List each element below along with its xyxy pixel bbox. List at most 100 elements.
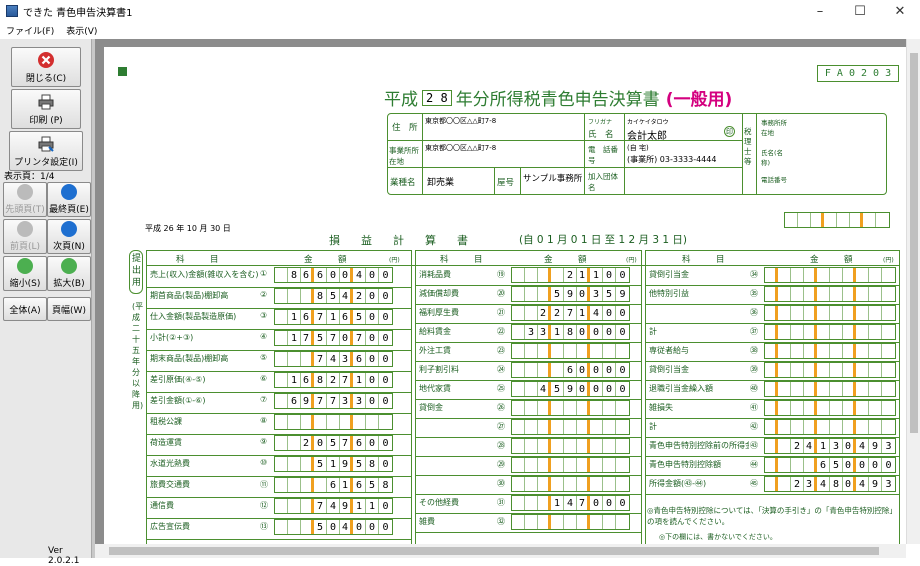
right-amount-field[interactable] bbox=[764, 286, 896, 302]
mid-amount-field[interactable] bbox=[511, 438, 630, 454]
zoom-out-button[interactable]: 縮小(S) bbox=[3, 256, 47, 291]
amount-digit: 8 bbox=[314, 289, 327, 303]
next-page-button[interactable]: 次頁(N) bbox=[47, 219, 91, 254]
horizontal-scrollbar[interactable] bbox=[95, 544, 906, 558]
left-amount-field[interactable] bbox=[274, 414, 393, 430]
mid-amount-field[interactable] bbox=[511, 400, 630, 416]
amount-digit bbox=[577, 515, 590, 529]
mid-amount-field[interactable] bbox=[511, 419, 630, 435]
amount-digit: 5 bbox=[366, 478, 379, 492]
close-button[interactable]: 閉じる(C) bbox=[11, 47, 81, 87]
union-label: 加入団体名 bbox=[588, 172, 618, 192]
right-amount-field[interactable]: 23480493 bbox=[764, 476, 896, 492]
print-button[interactable]: 印刷 (P) bbox=[11, 89, 81, 129]
amount-digit: 0 bbox=[577, 363, 590, 377]
mid-amount-field[interactable]: 2271400 bbox=[511, 305, 630, 321]
amount-digit: 6 bbox=[327, 478, 340, 492]
left-amount-field[interactable]: 2057600 bbox=[274, 435, 393, 451]
right-amount-field[interactable]: 650000 bbox=[764, 457, 896, 473]
amount-digit: 0 bbox=[590, 382, 603, 396]
left-amount-field[interactable]: 743600 bbox=[274, 351, 393, 367]
first-page-button[interactable]: 先頭頁(T) bbox=[3, 182, 47, 217]
left-amount-field[interactable]: 16827100 bbox=[274, 372, 393, 388]
right-amount-field[interactable] bbox=[764, 381, 896, 397]
right-amount-field[interactable] bbox=[764, 305, 896, 321]
amount-digit bbox=[301, 457, 314, 471]
amount-digit bbox=[551, 363, 564, 377]
mid-row-number: ㉕ bbox=[497, 384, 505, 393]
vertical-scroll-thumb[interactable] bbox=[910, 53, 918, 433]
left-amount-field[interactable]: 504000 bbox=[274, 519, 393, 535]
maximize-button[interactable]: ☐ bbox=[840, 0, 880, 22]
horizontal-scroll-thumb[interactable] bbox=[109, 547, 879, 555]
mid-amount-field[interactable]: 60000 bbox=[511, 362, 630, 378]
right-amount-field[interactable] bbox=[764, 400, 896, 416]
mid-amount-field[interactable] bbox=[511, 457, 630, 473]
amount-digit bbox=[778, 325, 791, 339]
mid-amount-field[interactable]: 33180000 bbox=[511, 324, 630, 340]
amount-digit: 4 bbox=[340, 520, 353, 534]
amount-digit: 7 bbox=[314, 394, 327, 408]
mid-amount-field[interactable]: 147000 bbox=[511, 495, 630, 511]
amount-digit bbox=[538, 420, 551, 434]
mid-amount-field[interactable]: 4590000 bbox=[511, 381, 630, 397]
amount-digit: 6 bbox=[353, 352, 366, 366]
amount-digit: 0 bbox=[619, 497, 626, 509]
vertical-scrollbar[interactable] bbox=[906, 39, 920, 544]
amount-digit: 0 bbox=[619, 269, 626, 281]
right-row-label: 他特別引益 bbox=[649, 289, 689, 298]
amount-digit bbox=[791, 268, 804, 282]
right-amount-field[interactable] bbox=[764, 267, 896, 283]
mid-amount-field[interactable] bbox=[511, 514, 630, 530]
amount-digit: 1 bbox=[288, 331, 301, 345]
right-row-number: ㊴ bbox=[750, 365, 758, 374]
close-window-button[interactable]: ✕ bbox=[880, 0, 920, 22]
fit-page-button[interactable]: 全体(A) bbox=[3, 297, 47, 321]
last-page-button[interactable]: 最終頁(E) bbox=[47, 182, 91, 217]
right-amount-field[interactable] bbox=[764, 324, 896, 340]
prev-page-button[interactable]: 前頁(L) bbox=[3, 219, 47, 254]
left-amount-field[interactable]: 61658 bbox=[274, 477, 393, 493]
amount-digit bbox=[882, 401, 895, 415]
amount-digit: 8 bbox=[564, 325, 577, 339]
zoom-in-button[interactable]: 拡大(B) bbox=[47, 256, 91, 291]
right-amount-field[interactable]: 24130493 bbox=[764, 438, 896, 454]
left-amount-field[interactable]: 16716500 bbox=[274, 309, 393, 325]
menu-file[interactable]: ファイル(F) bbox=[0, 24, 60, 37]
amount-digit bbox=[564, 515, 577, 529]
left-row-number: ① bbox=[260, 269, 268, 278]
left-amount-field[interactable]: 69773300 bbox=[274, 393, 393, 409]
left-row-number: ⑪ bbox=[260, 480, 268, 489]
fit-width-button[interactable]: 頁幅(W) bbox=[47, 297, 91, 321]
mid-amount-field[interactable] bbox=[511, 476, 630, 492]
name-value: 会計太郎 bbox=[627, 131, 667, 142]
tax-accountant-label: 税理士等 bbox=[744, 127, 752, 166]
amount-digit bbox=[564, 458, 577, 472]
amount-digit bbox=[288, 520, 301, 534]
amount-digit bbox=[791, 382, 804, 396]
right-amount-field[interactable] bbox=[764, 362, 896, 378]
menu-view[interactable]: 表示(V) bbox=[60, 24, 103, 37]
minimize-button[interactable]: – bbox=[800, 0, 840, 22]
mid-row-label: 地代家賃 bbox=[419, 384, 451, 393]
amount-digit: 3 bbox=[340, 394, 353, 408]
left-amount-field[interactable]: 519580 bbox=[274, 456, 393, 472]
right-amount-field[interactable] bbox=[764, 419, 896, 435]
left-amount-field[interactable]: 17570700 bbox=[274, 330, 393, 346]
left-amount-field[interactable]: 86600400 bbox=[274, 267, 393, 283]
right-row-number: ㊱ bbox=[750, 308, 758, 317]
amount-digit: 0 bbox=[843, 439, 856, 453]
mid-row-number: ㉛ bbox=[497, 498, 505, 507]
mid-amount-field[interactable]: 21100 bbox=[511, 267, 630, 283]
left-amount-field[interactable]: 854200 bbox=[274, 288, 393, 304]
office-address-label: 事業所所在地 bbox=[389, 146, 419, 166]
printer-setup-button[interactable]: プリンタ設定(I) bbox=[9, 131, 83, 171]
amount-digit: 4 bbox=[353, 268, 366, 282]
amount-digit bbox=[603, 439, 616, 453]
left-amount-field[interactable]: 749110 bbox=[274, 498, 393, 514]
right-row-label: 退職引当金繰入額 bbox=[649, 384, 713, 393]
right-amount-field[interactable] bbox=[764, 343, 896, 359]
amount-digit: 2 bbox=[353, 289, 366, 303]
mid-amount-field[interactable]: 590359 bbox=[511, 286, 630, 302]
mid-amount-field[interactable] bbox=[511, 343, 630, 359]
